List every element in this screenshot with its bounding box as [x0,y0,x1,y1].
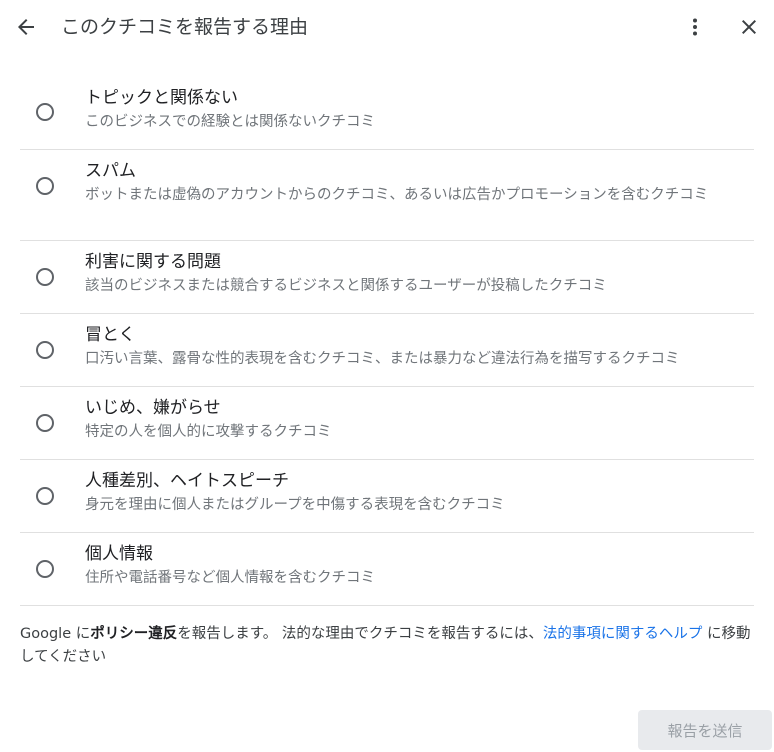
more-vert-icon [693,18,697,36]
back-button[interactable] [8,9,44,45]
radio-button[interactable] [36,103,54,121]
more-options-button[interactable] [677,9,713,45]
policy-note: Google にポリシー違反を報告します。 法的な理由でクチコミを報告するには、… [20,623,758,669]
radio-button[interactable] [36,341,54,359]
radio-button[interactable] [36,268,54,286]
dialog-title: このクチコミを報告する理由 [61,16,309,38]
submit-report-button[interactable]: 報告を送信 [638,710,772,750]
radio-button[interactable] [36,487,54,505]
reason-option-spam[interactable]: スパム ボットまたは虚偽のアカウントからのクチコミ、あるいは広告かプロモーション… [20,150,754,241]
close-button[interactable] [731,9,767,45]
reason-option-profanity[interactable]: 冒とく 口汚い言葉、露骨な性的表現を含むクチコミ、または暴力など違法行為を描写す… [20,314,754,387]
radio-button[interactable] [36,560,54,578]
option-description: 該当のビジネスまたは競合するビジネスと関係するユーザーが投稿したクチコミ [85,278,607,294]
close-icon [742,20,756,34]
radio-button[interactable] [36,414,54,432]
option-description: 身元を理由に個人またはグループを中傷する表現を含むクチコミ [85,497,505,513]
option-description: 住所や電話番号など個人情報を含むクチコミ [85,570,375,586]
option-description: このビジネスでの経験とは関係ないクチコミ [85,114,375,130]
dialog-header: このクチコミを報告する理由 [0,0,774,56]
arrow-back-icon [18,19,34,35]
legal-help-link[interactable]: 法的事項に関するヘルプ [543,626,703,642]
policy-note-prefix: Google に [20,626,91,642]
policy-note-middle: を報告します。 法的な理由でクチコミを報告するには、 [177,626,543,642]
reason-option-personal-info[interactable]: 個人情報 住所や電話番号など個人情報を含むクチコミ [20,533,754,606]
option-title: スパム [85,161,136,181]
option-description: 口汚い言葉、露骨な性的表現を含むクチコミ、または暴力など違法行為を描写するクチコ… [85,351,680,367]
radio-button[interactable] [36,177,54,195]
option-title: 個人情報 [85,544,153,564]
reason-option-off-topic[interactable]: トピックと関係ない このビジネスでの経験とは関係ないクチコミ [20,77,754,150]
option-title: トピックと関係ない [85,88,238,108]
report-reason-list: トピックと関係ない このビジネスでの経験とは関係ないクチコミ スパム ボットまた… [20,77,754,606]
reason-option-hate-speech[interactable]: 人種差別、ヘイトスピーチ 身元を理由に個人またはグループを中傷する表現を含むクチ… [20,460,754,533]
option-description: ボットまたは虚偽のアカウントからのクチコミ、あるいは広告かプロモーションを含むク… [85,187,709,203]
reason-option-bullying[interactable]: いじめ、嫌がらせ 特定の人を個人的に攻撃するクチコミ [20,387,754,460]
policy-violation-label: ポリシー違反 [90,626,178,642]
option-title: いじめ、嫌がらせ [85,398,221,418]
option-description: 特定の人を個人的に攻撃するクチコミ [85,424,332,440]
reason-option-conflict-of-interest[interactable]: 利害に関する問題 該当のビジネスまたは競合するビジネスと関係するユーザーが投稿し… [20,241,754,314]
option-title: 利害に関する問題 [85,252,221,272]
option-title: 人種差別、ヘイトスピーチ [85,471,289,491]
option-title: 冒とく [85,325,136,345]
